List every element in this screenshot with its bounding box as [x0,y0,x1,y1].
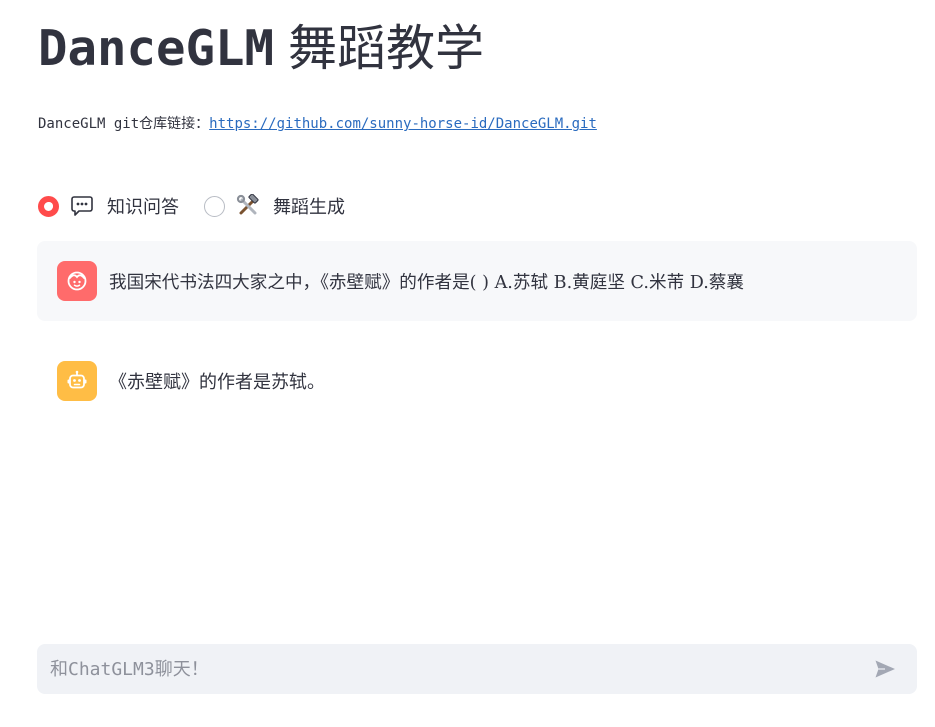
chat-message-user: 我国宋代书法四大家之中，《赤壁赋》的作者是( ) A.苏轼 B.黄庭坚 C.米芾… [37,241,917,321]
page-title-zh: 舞蹈教学 [288,20,485,77]
chat-message-assistant: 《赤壁赋》的作者是苏轼。 [37,341,917,421]
chat-message-user-text: 我国宋代书法四大家之中，《赤壁赋》的作者是( ) A.苏轼 B.黄庭坚 C.米芾… [109,272,745,293]
repo-label: DanceGLM git仓库链接： [38,116,210,132]
repo-link[interactable]: https://github.com/sunny-horse-id/DanceG… [209,116,597,132]
robot-face-icon [57,361,97,401]
mode-option-qa[interactable]: 知识问答 [38,193,179,219]
radio-button-dance[interactable] [204,195,225,217]
hammer-wrench-icon [236,194,260,218]
chat-input[interactable] [37,644,865,694]
page-title-en: DanceGLM [38,20,275,77]
speech-bubble-icon [70,194,94,218]
chat-input-container [37,644,917,694]
mode-option-dance[interactable]: 舞蹈生成 [204,193,345,219]
send-icon [875,660,895,678]
mode-option-qa-label: 知识问答 [107,197,179,218]
mode-option-dance-label: 舞蹈生成 [273,197,345,218]
mode-radio-group: 知识问答 舞蹈生成 [38,193,370,219]
page-title: DanceGLM 舞蹈教学 [38,18,484,80]
user-face-icon [57,261,97,301]
send-button[interactable] [865,649,905,689]
repo-line: DanceGLM git仓库链接：https://github.com/sunn… [38,114,597,134]
radio-button-qa[interactable] [38,195,59,217]
chat-message-assistant-text: 《赤壁赋》的作者是苏轼。 [109,372,325,393]
